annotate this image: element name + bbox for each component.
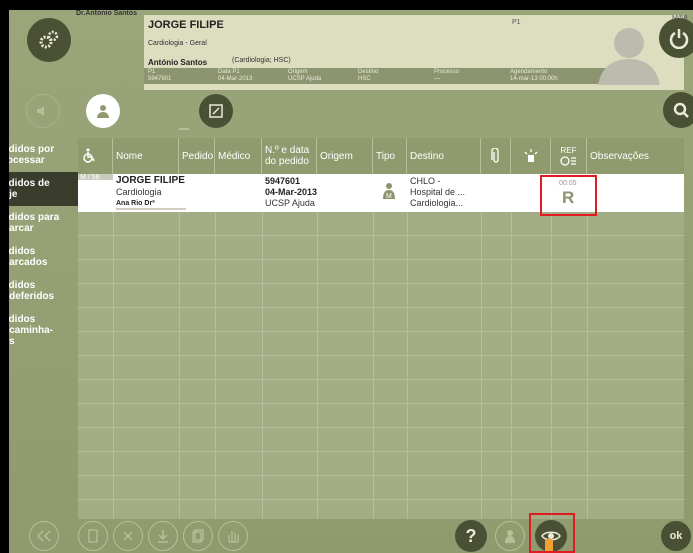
table-header: Nome Pedido Médico N.º e data do pedido …	[78, 138, 684, 174]
empty-row	[78, 380, 684, 404]
secondary-detail: (Cardiologia; HSC)	[232, 57, 291, 64]
empty-row	[78, 452, 684, 476]
volume-button[interactable]	[26, 94, 60, 128]
empty-row	[78, 308, 684, 332]
edit-request-button[interactable]	[199, 94, 233, 128]
header-medico[interactable]: Médico	[215, 138, 262, 174]
empty-row	[78, 404, 684, 428]
header-destino[interactable]: Destino	[407, 138, 481, 174]
screen: Dr.Antonio Santos JORGE FILIPE Cardiolog…	[9, 10, 693, 553]
row-underline	[116, 208, 186, 210]
wheelchair-icon	[83, 148, 95, 163]
sidebar-item-por-processar[interactable]: edidos por rocessar	[9, 138, 78, 172]
patient-name: JORGE FILIPE	[148, 19, 224, 31]
cancel-button[interactable]	[113, 521, 143, 551]
priority-tag: P1	[512, 19, 521, 26]
info-bar: P1 5947601 Data P1 04-Mar-2013 Origem UCSP …	[144, 68, 627, 84]
info-cell: P1 5947601	[148, 69, 172, 82]
header-origem[interactable]: Origem	[317, 138, 373, 174]
header-observacoes[interactable]: Observações	[587, 138, 684, 174]
edit-icon	[209, 104, 223, 118]
copy-button[interactable]	[183, 521, 213, 551]
sidebar-item-para-marcar[interactable]: edidos para narcar	[9, 206, 78, 240]
document-icon	[88, 529, 98, 543]
empty-row	[78, 236, 684, 260]
empty-row	[78, 332, 684, 356]
row-date: 04-Mar-2013	[265, 187, 318, 197]
empty-row	[78, 260, 684, 284]
download-icon	[158, 530, 168, 543]
patient-filter-button[interactable]	[86, 94, 120, 128]
back-button[interactable]	[29, 521, 59, 551]
doctor-name: Dr.Antonio Santos	[76, 10, 138, 17]
row-destination-3: Cardiologia...	[410, 198, 464, 208]
print-button[interactable]	[78, 521, 108, 551]
help-button[interactable]: ?	[455, 520, 487, 552]
empty-row	[78, 476, 684, 500]
info-cell: Agendamento 14-mar-13 00:00h	[510, 69, 558, 82]
requests-table: Nome Pedido Médico N.º e data do pedido …	[78, 138, 684, 519]
hand-icon	[228, 531, 239, 543]
transfer-button[interactable]	[218, 521, 248, 551]
ref-highlight-box	[540, 175, 597, 216]
patient-avatar	[598, 28, 660, 85]
header-nome[interactable]: Nome	[113, 138, 179, 174]
double-chevron-left-icon	[37, 530, 51, 542]
request-type-icon: M	[383, 183, 395, 200]
row-origin: UCSP Ajuda	[265, 198, 315, 208]
search-button[interactable]	[663, 92, 693, 128]
info-cell: Origem UCSP Ajuda	[288, 69, 322, 82]
sidebar: edidos por rocessar edidos de oje edidos…	[9, 138, 78, 350]
header-ref[interactable]: REF	[551, 138, 587, 174]
header-alert[interactable]	[511, 138, 551, 174]
row-number: 5947601	[265, 176, 301, 186]
header-attachment[interactable]	[481, 138, 511, 174]
info-cell: Destino HSC	[358, 69, 379, 82]
gear-icon	[39, 30, 59, 49]
row-specialty: Cardiologia	[116, 187, 162, 197]
sidebar-item-encaminhados[interactable]: edidos ncaminha- os	[9, 308, 78, 350]
patient-card: JORGE FILIPE Cardiologia - Geral P1 M/58…	[144, 15, 688, 90]
help-icon: ?	[465, 525, 477, 546]
sidebar-item-de-hoje[interactable]: edidos de oje	[9, 172, 78, 206]
header-status	[78, 138, 113, 174]
empty-row	[78, 428, 684, 452]
app-window: Dr.Antonio Santos JORGE FILIPE Cardiolog…	[0, 0, 693, 553]
volume-icon	[37, 106, 44, 116]
empty-row	[78, 284, 684, 308]
alarm-light-icon	[524, 149, 537, 162]
paperclip-icon	[490, 148, 499, 163]
age-badge: M / 58	[80, 174, 100, 181]
header-tipo[interactable]: Tipo	[373, 138, 407, 174]
divider	[179, 128, 189, 130]
view-highlight-box	[529, 513, 575, 553]
info-cell: Data P1 04-Mar-2013	[218, 69, 253, 82]
secondary-name: António Santos	[148, 58, 208, 67]
info-cell: Processo —	[434, 69, 460, 82]
header-pedido[interactable]: Pedido	[179, 138, 215, 174]
row-patient-name: JORGE FILIPE	[116, 175, 185, 186]
header-numero-data[interactable]: N.º e data do pedido	[262, 138, 317, 174]
search-icon	[673, 102, 689, 118]
patient-specialty: Cardiologia - Geral	[148, 40, 207, 47]
copy-icon	[192, 529, 204, 543]
close-icon	[123, 531, 133, 541]
ref-label: REF	[560, 145, 577, 155]
row-destination-1: CHLO -	[410, 176, 441, 186]
svg-text:M: M	[386, 193, 392, 200]
empty-row	[78, 356, 684, 380]
sidebar-item-indeferidos[interactable]: edidos ndeferidos	[9, 274, 78, 308]
patient-group-icon	[97, 105, 109, 118]
patient-icon	[505, 530, 515, 543]
row-destination-2: Hospital de ...	[410, 187, 466, 197]
sidebar-item-marcados[interactable]: edidos narcados	[9, 240, 78, 274]
ref-icon	[559, 155, 576, 166]
power-icon	[669, 29, 689, 49]
download-button[interactable]	[148, 521, 178, 551]
settings-button[interactable]	[27, 18, 71, 62]
ok-button[interactable]: ok	[661, 521, 691, 551]
bottom-toolbar: ? ok	[9, 513, 693, 553]
power-button[interactable]	[659, 18, 693, 58]
request-type-button[interactable]	[495, 521, 525, 551]
